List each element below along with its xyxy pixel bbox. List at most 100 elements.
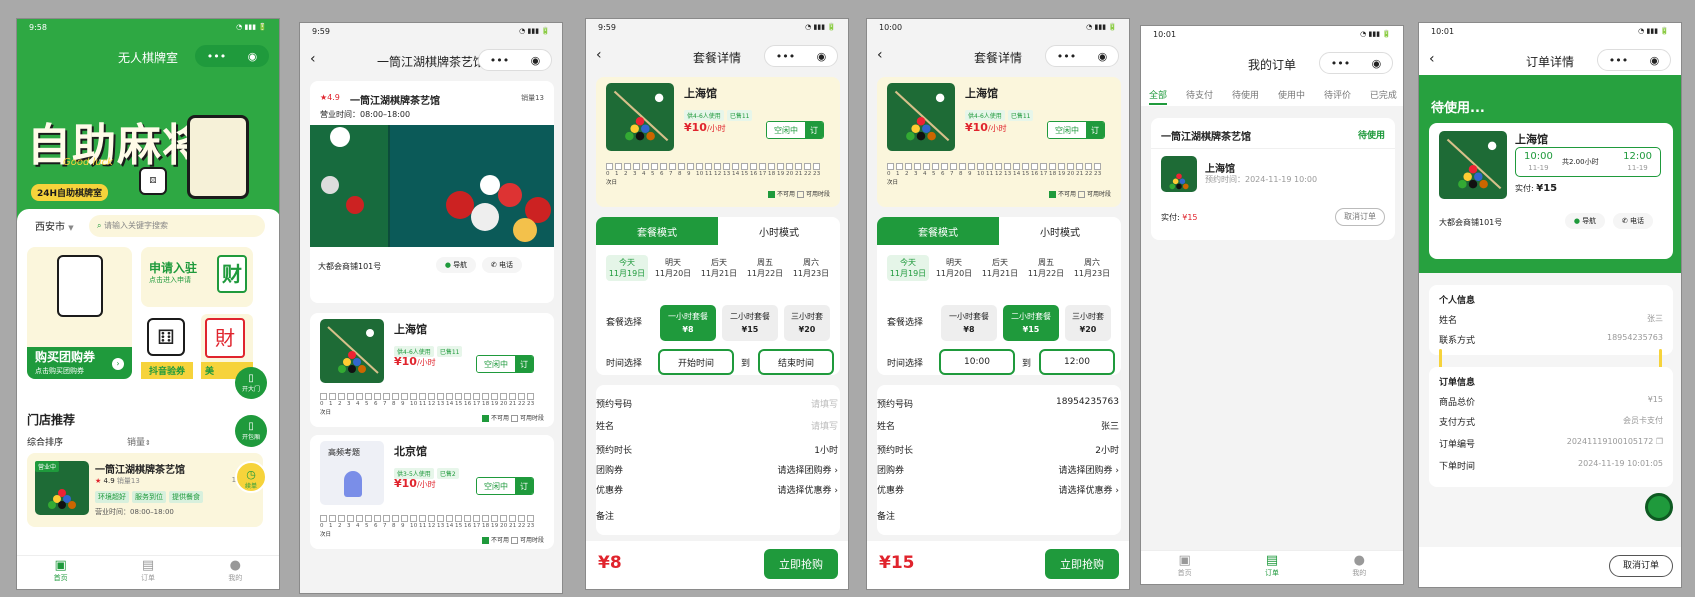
close-icon[interactable]: ◉ <box>1650 54 1660 67</box>
book-button[interactable]: 空闲中订 <box>476 477 534 495</box>
form-row[interactable]: 团购券 请选择团购券 › <box>596 463 838 476</box>
form-row[interactable]: 姓名 请填写 <box>596 419 838 432</box>
start-time-button[interactable]: 10:00 <box>939 349 1015 375</box>
tab-hour-mode[interactable]: 小时模式 <box>999 217 1121 245</box>
cancel-order-button[interactable]: 取消订单 <box>1609 555 1673 577</box>
open-door-button[interactable]: ▯ 开大门 <box>235 367 267 399</box>
tab-home[interactable]: ▣ 首页 <box>1141 551 1228 584</box>
date-item[interactable]: 周六 11月23日 <box>1071 257 1113 279</box>
more-icon[interactable]: ••• <box>1609 54 1628 67</box>
more-icon[interactable]: ••• <box>207 50 226 63</box>
date-item[interactable]: 后天 11月21日 <box>979 257 1021 279</box>
copy-icon[interactable]: ❐ <box>1656 437 1663 446</box>
date-item[interactable]: 后天 11月21日 <box>698 257 740 279</box>
store-gallery[interactable] <box>310 125 554 247</box>
more-icon[interactable]: ••• <box>490 54 509 67</box>
package-option[interactable]: 三小时套 ¥20 <box>784 305 830 341</box>
time-slot-cell <box>804 163 811 170</box>
more-icon[interactable]: ••• <box>1331 57 1350 70</box>
time-slot-cell <box>464 393 471 400</box>
tab-hour-mode[interactable]: 小时模式 <box>718 217 840 245</box>
end-time-button[interactable]: 结束时间 <box>758 349 834 375</box>
buy-now-button[interactable]: 立即抢购 <box>764 549 838 579</box>
tab-orders[interactable]: ▤ 订单 <box>1228 551 1315 584</box>
book-button[interactable]: 空闲中订 <box>766 121 824 139</box>
phone-button[interactable]: ✆ 电话 <box>1613 213 1653 229</box>
tab-all[interactable]: 全部 <box>1149 88 1168 105</box>
more-icon[interactable]: ••• <box>776 50 795 63</box>
date-today[interactable]: 今天 11月19日 <box>887 255 929 281</box>
mini-capsule[interactable]: ••• ◉ <box>478 49 552 71</box>
book-button[interactable]: 空闲中订 <box>476 355 534 373</box>
mini-capsule[interactable]: ••• ◉ <box>764 45 838 67</box>
date-item[interactable]: 明天 11月20日 <box>933 257 975 279</box>
order-card[interactable]: 一筒江湖棋牌茶艺馆 待使用 上海馆 预约时间：2024-11-19 10:00 … <box>1151 118 1395 240</box>
time-slot-cell <box>518 515 525 522</box>
tab-package-mode[interactable]: 套餐模式 <box>596 217 718 245</box>
open-room-button[interactable]: ▯ 开包厢 <box>235 415 267 447</box>
mini-capsule[interactable]: ••• ◉ <box>1319 52 1393 74</box>
date-item[interactable]: 周五 11月22日 <box>1025 257 1067 279</box>
book-button[interactable]: 空闲中订 <box>1047 121 1105 139</box>
package-option[interactable]: 三小时套 ¥20 <box>1065 305 1111 341</box>
mini-capsule[interactable]: ••• ◉ <box>1597 49 1671 71</box>
nav-button[interactable]: ● 导航 <box>436 257 476 273</box>
close-icon[interactable]: ◉ <box>817 50 827 63</box>
tab-to-review[interactable]: 待评价 <box>1324 88 1351 105</box>
customer-service-icon[interactable] <box>1645 493 1673 521</box>
tab-orders[interactable]: ▤ 订单 <box>104 556 191 589</box>
cancel-order-button[interactable]: 取消订单 <box>1335 208 1385 226</box>
more-icon[interactable]: ••• <box>1057 50 1076 63</box>
room-card: 上海馆 供4-6人使用 已售11 ¥10/小时 空闲中订 0 1 2 3 4 5 6 7 8 9 10… <box>877 77 1121 207</box>
mini-capsule[interactable]: ••• ◉ <box>1045 45 1119 67</box>
package-option[interactable]: 二小时套餐 ¥15 <box>722 305 778 341</box>
form-row[interactable]: 姓名 张三 <box>877 419 1119 432</box>
form-row[interactable]: 备注 <box>596 509 838 522</box>
room-card[interactable]: 上海馆 供4-6人使用 已售11 ¥10/小时 空闲中订 0 1 2 3 4 5 6 7 8 9 10… <box>310 313 554 427</box>
start-time-button[interactable]: 开始时间 <box>658 349 734 375</box>
tab-package-mode[interactable]: 套餐模式 <box>877 217 999 245</box>
date-item[interactable]: 明天 11月20日 <box>652 257 694 279</box>
promo-buy-card[interactable]: 购买团购券 点击购买团购券 › <box>27 247 132 379</box>
tab-profile[interactable]: ● 我的 <box>192 556 279 589</box>
close-icon[interactable]: ◉ <box>1372 57 1382 70</box>
buy-now-button[interactable]: 立即抢购 <box>1045 549 1119 579</box>
slot-hour-label: 4 <box>923 171 927 177</box>
tab-in-use[interactable]: 使用中 <box>1278 88 1305 105</box>
tab-to-use[interactable]: 待使用 <box>1232 88 1259 105</box>
end-time-button[interactable]: 12:00 <box>1039 349 1115 375</box>
form-row[interactable]: 团购券 请选择团购券 › <box>877 463 1119 476</box>
package-option[interactable]: 一小时套餐 ¥8 <box>660 305 716 341</box>
form-row[interactable]: 预约号码 请填写 <box>596 397 838 410</box>
form-row[interactable]: 预约号码 18954235763 <box>877 397 1119 410</box>
mini-capsule[interactable]: ••• ◉ <box>195 45 269 67</box>
promo-douyin-card[interactable]: ⚅ 抖音验券 <box>141 314 193 379</box>
renew-button[interactable]: ◷ 续单 <box>235 461 267 493</box>
date-item[interactable]: 周五 11月22日 <box>744 257 786 279</box>
close-icon[interactable]: ◉ <box>248 50 258 63</box>
tab-profile[interactable]: ● 我的 <box>1316 551 1403 584</box>
tab-pending-pay[interactable]: 待支付 <box>1186 88 1213 105</box>
store-card[interactable]: 营业中 一筒江湖棋牌茶艺馆 ★ 4.9 销量13 130 环境超好服务到位提供餐… <box>27 453 263 527</box>
close-icon[interactable]: ◉ <box>1098 50 1108 63</box>
promo-join-card[interactable]: 申请入驻 点击进入申请 财 <box>141 247 253 307</box>
phone-button[interactable]: ✆ 电话 <box>482 257 522 273</box>
search-input[interactable]: ⌕ 请输入关键字搜索 <box>89 215 265 237</box>
mahjong-tile-icon: 财 <box>217 255 247 293</box>
form-row[interactable]: 备注 <box>877 509 1119 522</box>
form-row[interactable]: 优惠券 请选择优惠券 › <box>877 483 1119 496</box>
room-card[interactable]: 高频考题 北京馆 供3-5人使用 已售2 ¥10/小时 空闲中订 01234567… <box>310 435 554 549</box>
package-option[interactable]: 二小时套餐 ¥15 <box>1003 305 1059 341</box>
sort-comprehensive[interactable]: 综合排序 <box>27 435 63 448</box>
date-day: 明天 <box>665 258 681 267</box>
nav-button[interactable]: ● 导航 <box>1565 213 1605 229</box>
date-item[interactable]: 周六 11月23日 <box>790 257 832 279</box>
sort-sales[interactable]: 销量⇕ <box>127 435 151 448</box>
form-row[interactable]: 优惠券 请选择优惠券 › <box>596 483 838 496</box>
tab-completed[interactable]: 已完成 <box>1370 88 1397 105</box>
close-icon[interactable]: ◉ <box>531 54 541 67</box>
city-select[interactable]: 西安市 ▼ <box>35 218 74 233</box>
package-option[interactable]: 一小时套餐 ¥8 <box>941 305 997 341</box>
tab-home[interactable]: ▣ 首页 <box>17 556 104 589</box>
date-today[interactable]: 今天 11月19日 <box>606 255 648 281</box>
